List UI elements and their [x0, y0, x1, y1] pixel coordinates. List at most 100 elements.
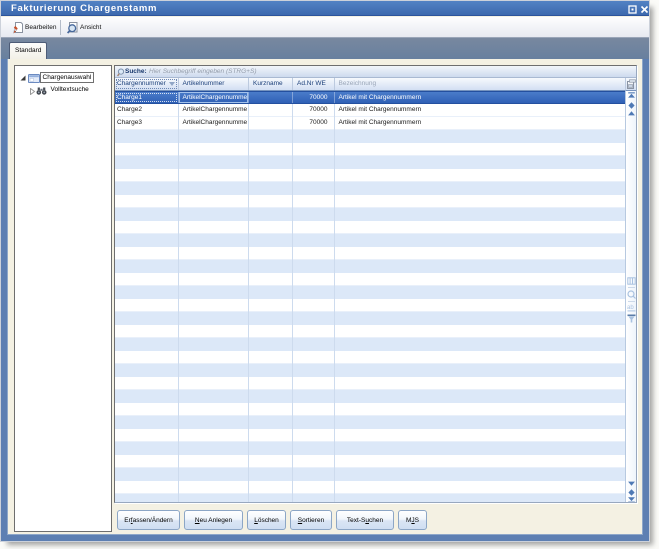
- table-cell[interactable]: [249, 403, 293, 416]
- table-cell[interactable]: [115, 208, 179, 221]
- table-cell[interactable]: [249, 104, 293, 117]
- table-cell[interactable]: [335, 351, 626, 364]
- table-cell[interactable]: [293, 377, 335, 390]
- table-cell[interactable]: [179, 169, 250, 182]
- table-cell[interactable]: [335, 390, 626, 403]
- table-row-empty[interactable]: [115, 377, 625, 390]
- table-cell[interactable]: [249, 429, 293, 442]
- table-cell[interactable]: [249, 364, 293, 377]
- table-cell[interactable]: [293, 351, 335, 364]
- table-cell[interactable]: Artikel mit Chargennummern: [335, 92, 626, 103]
- table-cell[interactable]: [179, 325, 250, 338]
- table-row-empty[interactable]: [115, 247, 625, 260]
- table-cell[interactable]: [115, 429, 179, 442]
- table-cell[interactable]: [249, 92, 293, 103]
- scroll-first-icon[interactable]: [627, 92, 636, 98]
- table-cell[interactable]: [293, 156, 335, 169]
- table-cell[interactable]: [293, 364, 335, 377]
- table-cell[interactable]: [249, 416, 293, 429]
- table-cell[interactable]: [335, 286, 626, 299]
- column-header-1[interactable]: Chargennummer: [115, 78, 179, 90]
- table-cell[interactable]: [115, 468, 179, 481]
- table-row-empty[interactable]: [115, 130, 625, 143]
- table-row-empty[interactable]: [115, 390, 625, 403]
- table-cell[interactable]: [115, 494, 179, 502]
- table-cell[interactable]: [115, 351, 179, 364]
- table-cell[interactable]: [249, 312, 293, 325]
- table-cell[interactable]: [293, 234, 335, 247]
- action-button-4[interactable]: Sortieren: [290, 510, 332, 530]
- table-cell[interactable]: [179, 351, 250, 364]
- tree-item-chargenauswahl[interactable]: Chargenauswahl: [15, 72, 111, 85]
- table-cell[interactable]: [335, 260, 626, 273]
- table-cell[interactable]: [179, 286, 250, 299]
- table-cell[interactable]: [115, 260, 179, 273]
- table-cell[interactable]: [293, 286, 335, 299]
- table-cell[interactable]: [249, 208, 293, 221]
- table-cell[interactable]: [249, 260, 293, 273]
- table-row-empty[interactable]: [115, 156, 625, 169]
- table-cell[interactable]: [293, 312, 335, 325]
- tab-standard[interactable]: Standard: [9, 42, 47, 59]
- table-cell[interactable]: [249, 169, 293, 182]
- table-row-empty[interactable]: [115, 403, 625, 416]
- table-cell[interactable]: [335, 325, 626, 338]
- table-row-empty[interactable]: [115, 286, 625, 299]
- table-cell[interactable]: [179, 494, 250, 502]
- table-cell[interactable]: [335, 208, 626, 221]
- table-cell[interactable]: [249, 195, 293, 208]
- table-cell[interactable]: [293, 247, 335, 260]
- table-cell[interactable]: [179, 299, 250, 312]
- table-row-empty[interactable]: [115, 455, 625, 468]
- table-cell[interactable]: [179, 221, 250, 234]
- table-cell[interactable]: [249, 273, 293, 286]
- table-cell[interactable]: [293, 143, 335, 156]
- table-cell[interactable]: [179, 390, 250, 403]
- action-button-5[interactable]: Text-Suchen: [336, 510, 394, 530]
- table-cell[interactable]: [179, 403, 250, 416]
- table-cell[interactable]: [115, 195, 179, 208]
- table-cell[interactable]: [179, 234, 250, 247]
- table-cell[interactable]: [179, 429, 250, 442]
- table-cell[interactable]: [335, 455, 626, 468]
- table-row-empty[interactable]: [115, 442, 625, 455]
- table-cell[interactable]: [115, 182, 179, 195]
- table-cell[interactable]: [293, 260, 335, 273]
- table-cell[interactable]: 70000: [293, 92, 335, 103]
- table-cell[interactable]: [179, 273, 250, 286]
- table-cell[interactable]: [115, 312, 179, 325]
- table-row-empty[interactable]: [115, 195, 625, 208]
- table-row-empty[interactable]: [115, 481, 625, 494]
- table-cell[interactable]: [115, 481, 179, 494]
- column-header-5[interactable]: Bezeichnung: [335, 78, 637, 90]
- column-header-3[interactable]: Kurzname: [249, 78, 293, 90]
- table-row-empty[interactable]: [115, 312, 625, 325]
- table-row-empty[interactable]: [115, 338, 625, 351]
- table-row-empty[interactable]: [115, 364, 625, 377]
- table-cell[interactable]: [249, 390, 293, 403]
- table-cell[interactable]: [249, 286, 293, 299]
- tree-item-label[interactable]: Chargenauswahl: [40, 72, 95, 83]
- action-button-1[interactable]: Erfassen/Ändern: [117, 510, 180, 530]
- table-cell[interactable]: [249, 117, 293, 130]
- scroll-page-down-icon[interactable]: [627, 489, 636, 496]
- table-cell[interactable]: [335, 182, 626, 195]
- table-cell[interactable]: [179, 455, 250, 468]
- table-row-empty[interactable]: [115, 169, 625, 182]
- table-cell[interactable]: [115, 299, 179, 312]
- table-cell[interactable]: [293, 130, 335, 143]
- table-cell[interactable]: [179, 130, 250, 143]
- table-cell[interactable]: [179, 195, 250, 208]
- table-cell[interactable]: [335, 364, 626, 377]
- table-cell[interactable]: [293, 468, 335, 481]
- table-cell[interactable]: [179, 247, 250, 260]
- table-cell[interactable]: [293, 299, 335, 312]
- table-cell[interactable]: [115, 156, 179, 169]
- table-row-empty[interactable]: [115, 416, 625, 429]
- titlebar[interactable]: Fakturierung Chargenstamm: [1, 1, 649, 16]
- table-cell[interactable]: [335, 416, 626, 429]
- table-cell[interactable]: [115, 377, 179, 390]
- table-cell[interactable]: [293, 338, 335, 351]
- table-cell[interactable]: [115, 143, 179, 156]
- table-cell[interactable]: [249, 338, 293, 351]
